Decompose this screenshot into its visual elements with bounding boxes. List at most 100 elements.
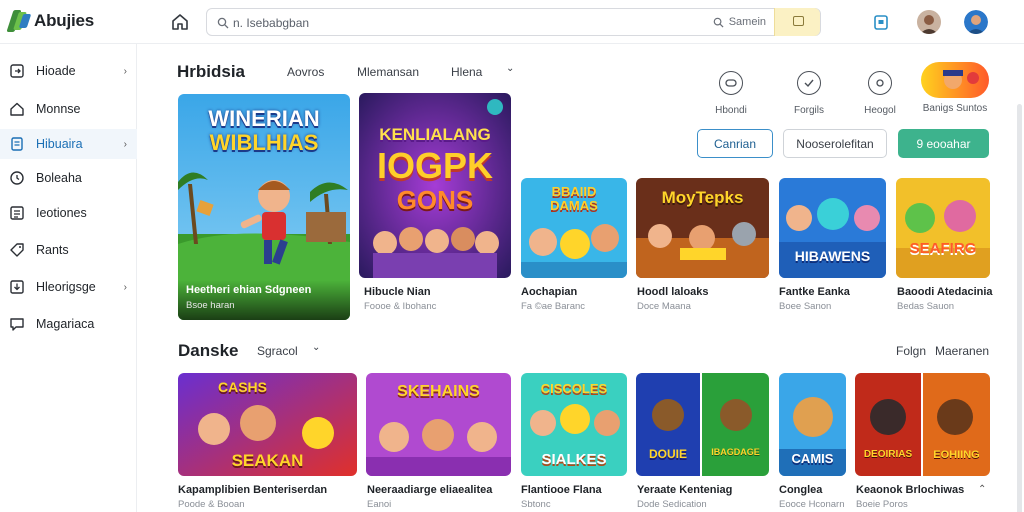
- tab-2[interactable]: Hlena: [451, 65, 482, 79]
- game-card[interactable]: CISCOLES SIALKES: [521, 373, 627, 476]
- account-avatar[interactable]: [964, 10, 988, 34]
- card-cover-text: SEAFIRG: [909, 240, 977, 257]
- sidebar-item-label: Rants: [36, 243, 69, 257]
- app-name: Abujies: [34, 11, 95, 30]
- sidebar-item-7[interactable]: Magariaca: [0, 309, 137, 339]
- quick-action-0[interactable]: Hbondi: [701, 71, 761, 116]
- filter-dropdown[interactable]: Sgracol: [257, 344, 298, 358]
- card-cover-text: SEAKAN: [231, 451, 304, 470]
- top-bar: Abujies Samein: [0, 0, 1024, 44]
- tag-icon: [10, 243, 24, 257]
- secondary-button[interactable]: Nooserolefitan: [783, 129, 887, 158]
- tab-1[interactable]: Mlemansan: [357, 65, 419, 79]
- tab-0[interactable]: Aovros: [287, 65, 324, 79]
- sidebar-item-4[interactable]: Ieotiones: [0, 198, 137, 228]
- card-title: Keaonok Brlochiwas: [856, 484, 965, 496]
- card-subtitle: Boee Sanon: [779, 301, 832, 312]
- game-card[interactable]: HIBAWENS: [779, 178, 886, 278]
- sidebar-item-label: Hleorigsge: [36, 280, 96, 294]
- home-icon[interactable]: [170, 12, 190, 32]
- card-subtitle: Dode Sedication: [637, 499, 707, 510]
- card-title: Hoodl laloaks: [637, 286, 709, 298]
- featured-cover-line1: WINERIAN: [208, 106, 320, 131]
- game-card[interactable]: DOUIE IBAGDAGE: [636, 373, 769, 476]
- at-sign-icon: [868, 71, 892, 95]
- chevron-right-icon: ›: [123, 138, 127, 150]
- game-card[interactable]: BBAIID DAMAS: [521, 178, 627, 278]
- section-link-0[interactable]: Folgn: [896, 344, 926, 358]
- card-subtitle: Doce Maana: [637, 301, 691, 312]
- featured-subtitle: Bsoe haran: [186, 300, 235, 311]
- card-cover-text: DOUIE: [648, 447, 687, 461]
- game-card[interactable]: DEOIRIAS EOHIING: [855, 373, 990, 476]
- app-logo[interactable]: Abujies: [6, 10, 95, 32]
- sidebar-item-1[interactable]: Monnse: [0, 94, 137, 124]
- section-link-1[interactable]: Maeranen: [935, 344, 989, 358]
- game-card[interactable]: MoyTepks: [636, 178, 769, 278]
- logo-mark-icon: [6, 10, 32, 32]
- primary-outline-button[interactable]: Canrian: [697, 129, 773, 158]
- sidebar-item-3[interactable]: Boleaha: [0, 163, 137, 193]
- search-bar: Samein: [206, 8, 821, 36]
- chevron-up-icon[interactable]: ⌃: [978, 484, 986, 495]
- sidebar-item-5[interactable]: Rants: [0, 235, 137, 265]
- card-title: Baoodi Atedacinia: [897, 286, 993, 298]
- chevron-down-icon[interactable]: ⌄: [506, 63, 514, 74]
- quick-action-label: Forgils: [793, 105, 824, 116]
- teal-action-button[interactable]: 9 eooahar: [898, 129, 989, 158]
- chevron-down-icon[interactable]: ⌄: [312, 342, 320, 353]
- card-subtitle: Sbtonc: [521, 499, 551, 510]
- card-cover-text: EOHIING: [933, 449, 980, 461]
- quick-action-2[interactable]: Heogol: [850, 71, 910, 116]
- quick-action-label: Heogol: [864, 105, 896, 116]
- search-submit-button[interactable]: Samein: [705, 10, 774, 34]
- card-cover-text: KENLIALANG: [379, 125, 491, 144]
- home-icon: [10, 102, 24, 116]
- document-icon: [11, 137, 23, 151]
- chevron-right-icon: ›: [123, 281, 127, 293]
- game-cover-art: [896, 178, 990, 278]
- game-card[interactable]: CAMIS: [779, 373, 846, 476]
- card-cover-text: HIBAWENS: [794, 248, 871, 264]
- card-cover-text: CISCOLES: [540, 381, 608, 396]
- clock-icon: [10, 171, 24, 185]
- search-icon: [713, 17, 724, 28]
- search-input[interactable]: [233, 14, 593, 32]
- quick-action-label: Banigs Suntos: [922, 103, 988, 114]
- card-cover-text: DAMAS: [550, 198, 598, 213]
- quick-action-label: Hbondi: [715, 105, 747, 116]
- card-cover-text: GONS: [396, 185, 474, 215]
- section-title: Hrbidsia: [177, 62, 246, 81]
- quick-action-3[interactable]: Banigs Suntos: [920, 62, 990, 114]
- user-avatar[interactable]: [917, 10, 941, 34]
- section-title: Danske: [178, 341, 239, 360]
- game-card[interactable]: CASHS SEAKAN: [178, 373, 357, 476]
- card-cover-text: MoyTepks: [661, 188, 744, 207]
- card-cover-text: DEOIRIAS: [863, 449, 913, 460]
- card-cover-text: IBAGDAGE: [711, 447, 760, 457]
- game-art-icon: [921, 62, 989, 98]
- bookmark-icon[interactable]: [870, 11, 892, 33]
- quick-action-1[interactable]: Forgils: [779, 71, 839, 116]
- card-cover-text: SIALKES: [541, 451, 607, 468]
- card-subtitle: Bedas Sauon: [897, 301, 955, 312]
- message-icon: [10, 318, 24, 331]
- search-filter-button[interactable]: [774, 8, 820, 36]
- square-login-icon: [10, 64, 24, 78]
- card-subtitle: Eooce Hconarn: [779, 499, 845, 510]
- card-title: Neeraadiarge eliaealitea: [367, 484, 493, 496]
- game-card[interactable]: KENLIALANG IOGPK GONS: [359, 93, 511, 278]
- scrollbar[interactable]: [1017, 104, 1022, 512]
- featured-game-card[interactable]: WINERIAN WIBLHIAS Heetheri ehian Sdgneen…: [178, 94, 350, 320]
- sidebar-item-0[interactable]: Hioade ›: [0, 56, 137, 86]
- sidebar-item-2[interactable]: Hibuaira ›: [0, 129, 137, 159]
- game-card[interactable]: SKEHAINS: [366, 373, 511, 476]
- card-title: Flantiooe Flana: [521, 484, 602, 496]
- card-subtitle: Foooe & Ibohanc: [364, 301, 437, 312]
- sidebar-item-label: Hioade: [36, 64, 76, 78]
- card-title: Hibucle Nian: [364, 286, 431, 298]
- card-title: Kapamplibien Benteriserdan: [178, 484, 328, 496]
- game-card[interactable]: SEAFIRG: [896, 178, 990, 278]
- sidebar-item-6[interactable]: Hleorigsge ›: [0, 272, 137, 302]
- card-title: Conglea: [779, 484, 823, 496]
